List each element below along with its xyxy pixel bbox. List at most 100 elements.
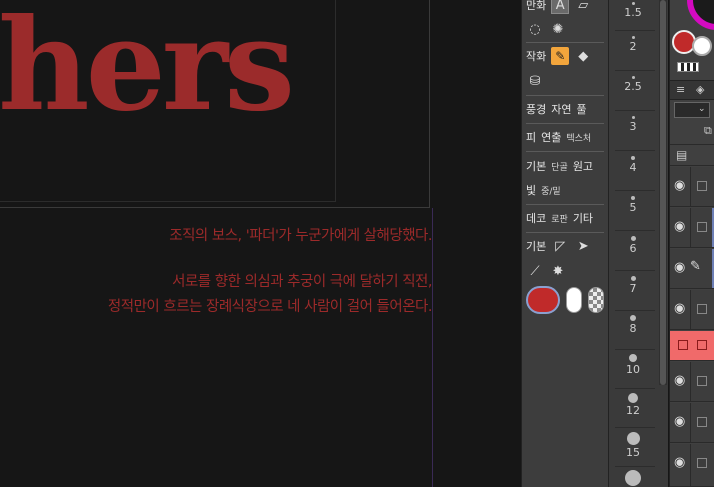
layer-checkbox[interactable]	[697, 417, 707, 427]
subtool-group-label[interactable]: 기본	[526, 158, 546, 174]
subtool-item[interactable]: 자연	[551, 101, 571, 117]
pen-icon[interactable]: ✎	[551, 47, 570, 65]
sparkle-icon[interactable]: ✸	[549, 262, 567, 280]
layer-row[interactable]: ◉	[670, 403, 714, 443]
brush-size-item[interactable]: 7	[609, 276, 657, 295]
eye-icon[interactable]: ◉	[674, 414, 685, 429]
layer-checkbox[interactable]	[678, 340, 688, 350]
subtool-row-basic-2[interactable]: 기본 ◸ ➤	[526, 235, 604, 257]
burst-line-icon[interactable]: ✺	[549, 20, 567, 38]
layer-row[interactable]: ◉	[670, 167, 714, 207]
brush-size-label: 12	[626, 404, 640, 417]
divider	[615, 270, 655, 271]
eye-icon[interactable]: ◉	[674, 373, 685, 388]
subtool-group-label[interactable]: 빛	[526, 182, 536, 198]
guide-line	[432, 208, 433, 487]
brush-size-panel: 1.5 2 2.5 3 4 5 6 7 8 10 12 15	[608, 0, 668, 487]
brush-dot-icon	[630, 315, 636, 321]
brush-dot-icon	[631, 156, 635, 160]
frame-icon[interactable]: ▱	[574, 0, 592, 14]
subtool-item[interactable]: 중/밑	[541, 184, 561, 197]
subtool-group-label[interactable]: 데코	[526, 210, 546, 226]
scrollbar-thumb[interactable]	[660, 0, 666, 385]
eye-icon[interactable]: ◉	[674, 301, 685, 316]
subtool-row-eyedropper[interactable]: ⟋ ✸	[526, 260, 604, 282]
text-icon[interactable]: A	[551, 0, 570, 14]
layers-icon[interactable]: ◈	[696, 83, 704, 96]
menu-icon[interactable]: ≡	[676, 83, 685, 96]
subtool-item[interactable]: 기타	[573, 210, 593, 226]
brush-size-item[interactable]	[609, 470, 657, 486]
select-arrow-icon[interactable]: ➤	[574, 237, 592, 255]
subtool-item[interactable]: 풀	[577, 101, 587, 117]
main-color-swatch[interactable]	[526, 286, 560, 314]
layer-row[interactable]: ◉	[670, 208, 714, 248]
transparent-toggle-icon[interactable]	[677, 62, 699, 72]
brush-size-item[interactable]: 4	[609, 156, 657, 174]
layer-checkbox[interactable]	[697, 222, 707, 232]
brush-size-item[interactable]: 8	[609, 315, 657, 335]
color-wheel[interactable]	[687, 0, 714, 30]
fill-bucket-icon[interactable]: ⛁	[526, 72, 544, 90]
layer-checkbox[interactable]	[697, 181, 707, 191]
brush-size-item[interactable]: 2.5	[609, 76, 657, 93]
layer-checkbox[interactable]	[697, 376, 707, 386]
layer-row[interactable]: ◉	[670, 444, 714, 487]
brush-size-item[interactable]: 15	[609, 432, 657, 459]
subtool-row-basic[interactable]: 기본 단골 원고	[526, 155, 604, 177]
subtool-group-label[interactable]: 기본	[526, 238, 546, 254]
subtool-row-scenery[interactable]: 풍경 자연 풀	[526, 98, 604, 120]
chevron-down-icon[interactable]: ⌄	[698, 104, 706, 114]
layer-checkbox[interactable]	[697, 458, 707, 468]
transparent-color-swatch[interactable]	[588, 287, 604, 313]
divider	[526, 123, 604, 124]
brush-size-item[interactable]: 2	[609, 36, 657, 53]
ruler-icon[interactable]: ◸	[551, 237, 569, 255]
divider	[615, 310, 655, 311]
pencil-icon: ✎	[690, 259, 701, 274]
subtool-row-fill[interactable]: ⛁	[526, 70, 604, 92]
subtool-group-label[interactable]: 피	[526, 129, 536, 145]
brush-size-item[interactable]: 1.5	[609, 2, 657, 19]
right-panel: ≡ ◈ ⌄ ⧉ ▤ ◉ ◉ ◉ ✎ ◉ ◉ ◉ ◉	[669, 0, 714, 487]
subtool-row-blood[interactable]: 피 연출 텍스처	[526, 126, 604, 148]
brush-dot-icon	[631, 2, 635, 5]
subtool-row-deco[interactable]: 데코 로판 기타	[526, 207, 604, 229]
sub-color-swatch[interactable]	[692, 36, 712, 56]
brush-size-label: 10	[626, 363, 640, 376]
canvas-area[interactable]: hers 조직의 보스, '파더'가 누군가에게 살해당했다. 서로를 향한 의…	[0, 0, 520, 487]
subtool-item[interactable]: 텍스처	[566, 131, 591, 144]
subtool-row-manga[interactable]: 만화 A ▱	[526, 0, 604, 16]
subtool-group-label[interactable]: 풍경	[526, 101, 546, 117]
copy-layer-icon[interactable]: ⧉	[704, 124, 712, 138]
divider	[615, 388, 655, 389]
subtool-row-balloon[interactable]: ◌ ✺	[526, 18, 604, 40]
subtool-item[interactable]: 원고	[573, 158, 593, 174]
brush-size-item[interactable]: 12	[609, 393, 657, 417]
eraser-icon[interactable]: ◆	[574, 47, 592, 65]
balloon-icon[interactable]: ◌	[526, 20, 544, 38]
subtool-row-light[interactable]: 빛 중/밑	[526, 179, 604, 201]
layer-row[interactable]: ◉	[670, 362, 714, 402]
layer-row-selected[interactable]	[670, 331, 714, 361]
brush-size-item[interactable]: 10	[609, 354, 657, 376]
subtool-item[interactable]: 연출	[541, 129, 561, 145]
layer-row[interactable]: ◉ ✎	[670, 249, 714, 289]
subtool-item[interactable]: 로판	[551, 212, 568, 225]
layer-list-icon[interactable]: ▤	[676, 148, 687, 162]
layer-checkbox[interactable]	[697, 304, 707, 314]
panel-tab-bar: ≡ ◈	[670, 80, 714, 100]
layer-checkbox[interactable]	[697, 340, 707, 350]
eye-icon[interactable]: ◉	[674, 455, 685, 470]
subtool-row-drawing[interactable]: 작화 ✎ ◆	[526, 45, 604, 67]
sub-color-swatch[interactable]	[566, 287, 582, 313]
brush-size-item[interactable]: 3	[609, 116, 657, 133]
brush-size-item[interactable]: 5	[609, 196, 657, 214]
eye-icon[interactable]: ◉	[674, 260, 685, 275]
brush-size-item[interactable]: 6	[609, 236, 657, 255]
eye-icon[interactable]: ◉	[674, 178, 685, 193]
subtool-item[interactable]: 단골	[551, 160, 568, 173]
eyedropper-icon[interactable]: ⟋	[526, 262, 544, 280]
eye-icon[interactable]: ◉	[674, 219, 685, 234]
layer-row[interactable]: ◉	[670, 290, 714, 330]
